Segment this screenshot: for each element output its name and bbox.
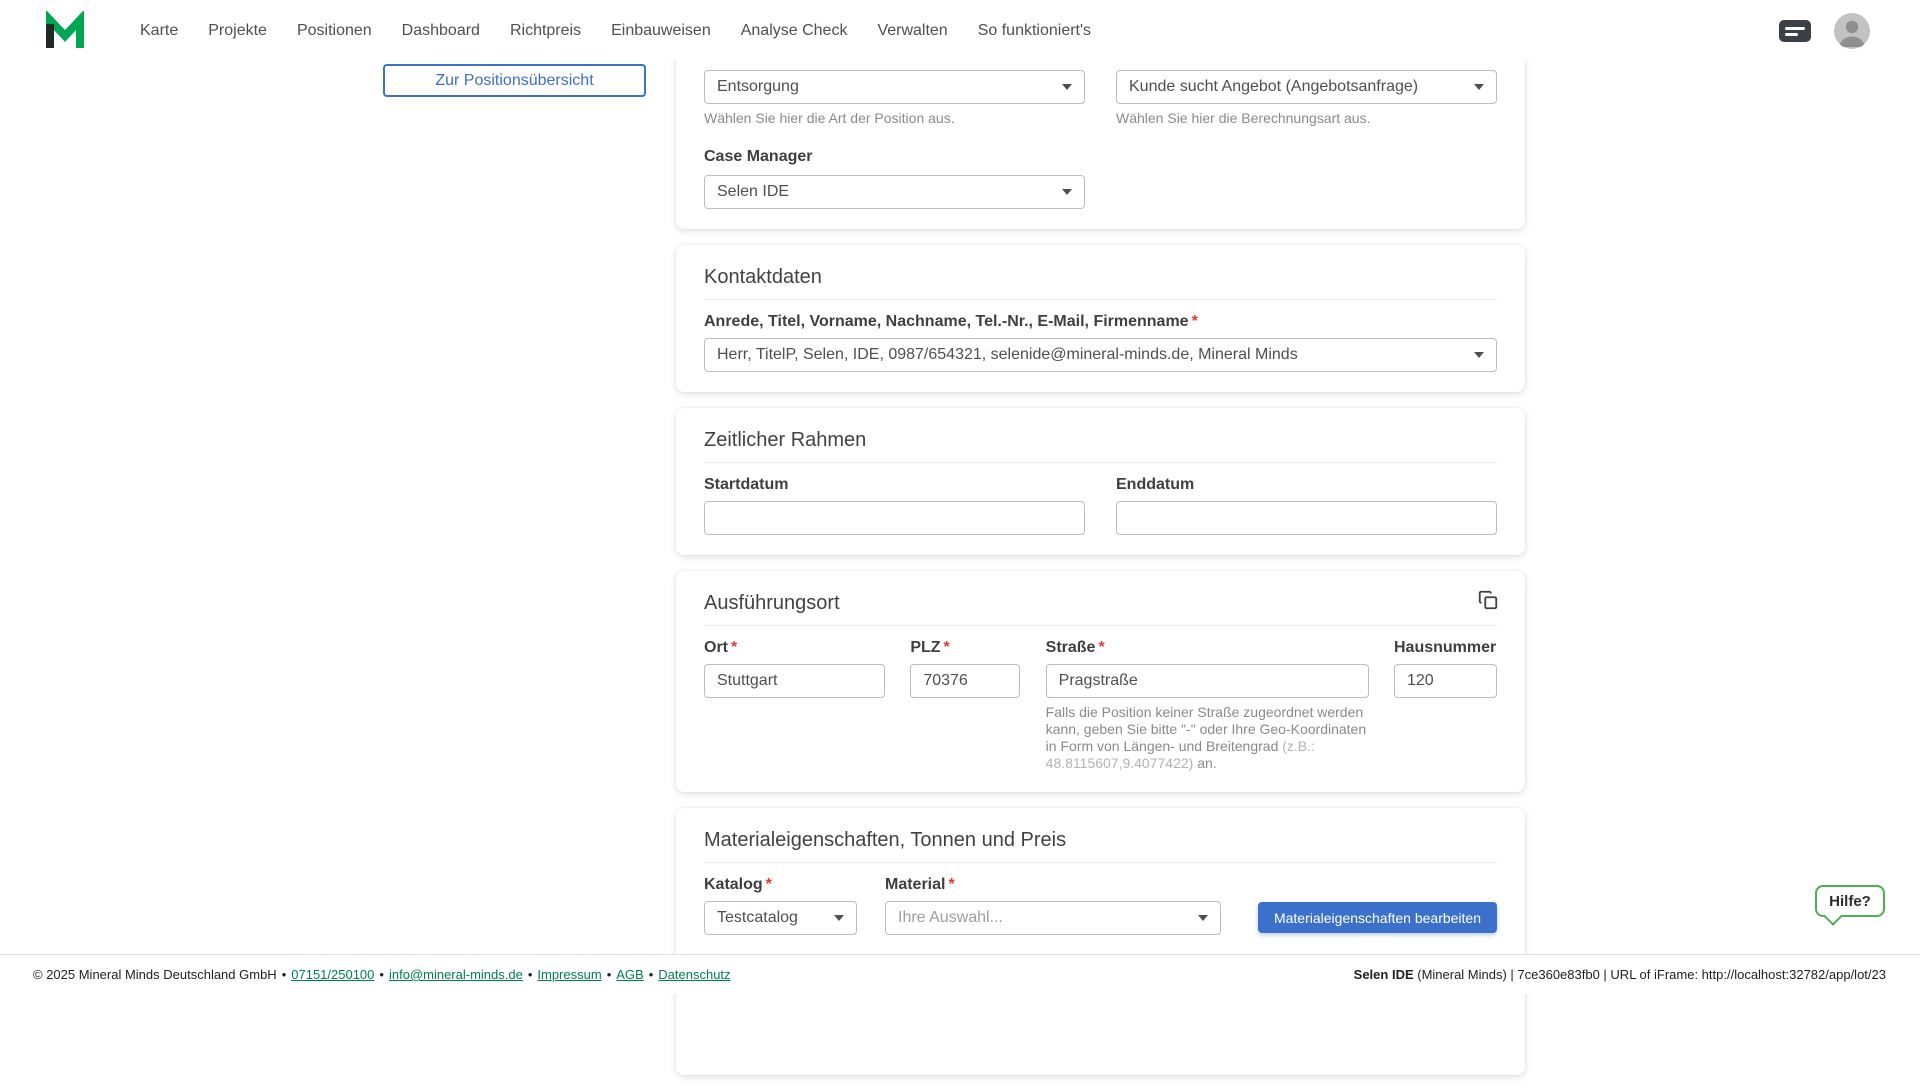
startdatum-label: Startdatum: [704, 475, 1085, 495]
main-nav: Karte Projekte Positionen Dashboard Rich…: [140, 22, 1091, 40]
nav-item-dashboard[interactable]: Dashboard: [402, 22, 480, 40]
nav-item-verwalten[interactable]: Verwalten: [877, 22, 947, 40]
required-asterisk: *: [948, 876, 954, 893]
card-kontaktdaten: Kontaktdaten Anrede, Titel, Vorname, Nac…: [676, 245, 1525, 392]
footer-phone-link[interactable]: 07151/250100: [291, 967, 374, 982]
app-header: Karte Projekte Positionen Dashboard Rich…: [0, 0, 1920, 61]
enddatum-label: Enddatum: [1116, 475, 1497, 495]
required-asterisk: *: [1192, 313, 1198, 330]
strasse-input[interactable]: [1046, 664, 1369, 698]
nav-item-analyse-check[interactable]: Analyse Check: [741, 22, 848, 40]
nav-item-richtpreis[interactable]: Richtpreis: [510, 22, 581, 40]
plz-label: PLZ*: [910, 638, 1020, 658]
form-column: Entsorgung Wählen Sie hier die Art der P…: [676, 0, 1525, 1091]
katalog-value: Testcatalog: [717, 909, 798, 927]
footer-agb-link[interactable]: AGB: [616, 967, 643, 982]
required-asterisk: *: [731, 639, 737, 656]
material-label: Material*: [885, 875, 1221, 895]
footer-left: © 2025 Mineral Minds Deutschland GmbH • …: [33, 967, 731, 982]
hausnummer-label: Hausnummer: [1394, 638, 1497, 658]
chevron-down-icon: [834, 915, 844, 921]
card-zeitlicher-rahmen: Zeitlicher Rahmen Startdatum Enddatum: [676, 408, 1525, 555]
card-title-ausfuehrungsort: Ausführungsort: [704, 591, 1497, 615]
copyright-text: © 2025 Mineral Minds Deutschland GmbH: [33, 967, 277, 982]
calculation-type-select[interactable]: Kunde sucht Angebot (Angebotsanfrage): [1116, 70, 1497, 104]
footer-session-info: Selen IDE (Mineral Minds) | 7ce360e83fb0…: [1354, 967, 1886, 982]
terminal-icon[interactable]: [1778, 18, 1812, 44]
katalog-select[interactable]: Testcatalog: [704, 901, 857, 935]
edit-material-properties-button[interactable]: Materialeigenschaften bearbeiten: [1258, 902, 1497, 933]
mineral-minds-logo[interactable]: [44, 10, 88, 52]
contact-select[interactable]: Herr, TitelP, Selen, IDE, 0987/654321, s…: [704, 338, 1497, 372]
card-title-zeitlicher-rahmen: Zeitlicher Rahmen: [704, 428, 1497, 452]
case-manager-select[interactable]: Selen IDE: [704, 175, 1085, 209]
calculation-type-value: Kunde sucht Angebot (Angebotsanfrage): [1129, 78, 1418, 96]
card-title-kontaktdaten: Kontaktdaten: [704, 265, 1497, 289]
hausnummer-input[interactable]: [1394, 664, 1497, 698]
card-material: Materialeigenschaften, Tonnen und Preis …: [676, 808, 1525, 1075]
enddatum-input[interactable]: [1116, 501, 1497, 535]
case-manager-label: Case Manager: [704, 147, 1497, 167]
separator-dot: •: [379, 967, 384, 982]
contact-select-value: Herr, TitelP, Selen, IDE, 0987/654321, s…: [717, 346, 1298, 364]
material-placeholder: Ihre Auswahl...: [898, 909, 1003, 927]
ort-input[interactable]: [704, 664, 885, 698]
katalog-label: Katalog*: [704, 875, 857, 895]
required-asterisk: *: [944, 639, 950, 656]
separator-dot: •: [649, 967, 654, 982]
material-select[interactable]: Ihre Auswahl...: [885, 901, 1221, 935]
separator-dot: •: [282, 967, 287, 982]
app-footer: © 2025 Mineral Minds Deutschland GmbH • …: [0, 954, 1920, 994]
chevron-down-icon: [1474, 352, 1484, 358]
chevron-down-icon: [1198, 915, 1208, 921]
divider: [704, 862, 1497, 863]
divider: [704, 299, 1497, 300]
plz-input[interactable]: [910, 664, 1020, 698]
user-avatar-icon[interactable]: [1834, 13, 1870, 49]
position-type-value: Entsorgung: [717, 78, 799, 96]
calculation-type-help: Wählen Sie hier die Berechnungsart aus.: [1116, 110, 1497, 127]
card-ausfuehrungsort: Ausführungsort Ort* PLZ* Straße*: [676, 571, 1525, 792]
separator-dot: •: [607, 967, 612, 982]
startdatum-input[interactable]: [704, 501, 1085, 535]
nav-item-so-funktionierts[interactable]: So funktioniert's: [978, 22, 1091, 40]
copy-icon[interactable]: [1477, 589, 1499, 616]
divider: [704, 625, 1497, 626]
footer-impressum-link[interactable]: Impressum: [537, 967, 601, 982]
position-type-help: Wählen Sie hier die Art der Position aus…: [704, 110, 1085, 127]
required-asterisk: *: [766, 876, 772, 893]
divider: [704, 462, 1497, 463]
strasse-help: Falls die Position keiner Straße zugeord…: [1046, 704, 1369, 772]
nav-item-einbauweisen[interactable]: Einbauweisen: [611, 22, 711, 40]
strasse-label: Straße*: [1046, 638, 1369, 658]
separator-dot: •: [528, 967, 533, 982]
chevron-down-icon: [1474, 84, 1484, 90]
card-title-material: Materialeigenschaften, Tonnen und Preis: [704, 828, 1497, 852]
nav-item-positionen[interactable]: Positionen: [297, 22, 372, 40]
back-to-positions-button[interactable]: Zur Positionsübersicht: [383, 64, 646, 97]
help-button[interactable]: Hilfe?: [1815, 885, 1885, 917]
nav-item-projekte[interactable]: Projekte: [208, 22, 267, 40]
chevron-down-icon: [1062, 189, 1072, 195]
nav-item-karte[interactable]: Karte: [140, 22, 178, 40]
footer-email-link[interactable]: info@mineral-minds.de: [389, 967, 523, 982]
footer-datenschutz-link[interactable]: Datenschutz: [658, 967, 730, 982]
required-asterisk: *: [1098, 639, 1104, 656]
ort-label: Ort*: [704, 638, 885, 658]
position-type-select[interactable]: Entsorgung: [704, 70, 1085, 104]
contact-field-label: Anrede, Titel, Vorname, Nachname, Tel.-N…: [704, 312, 1497, 332]
case-manager-value: Selen IDE: [717, 183, 789, 201]
chevron-down-icon: [1062, 84, 1072, 90]
